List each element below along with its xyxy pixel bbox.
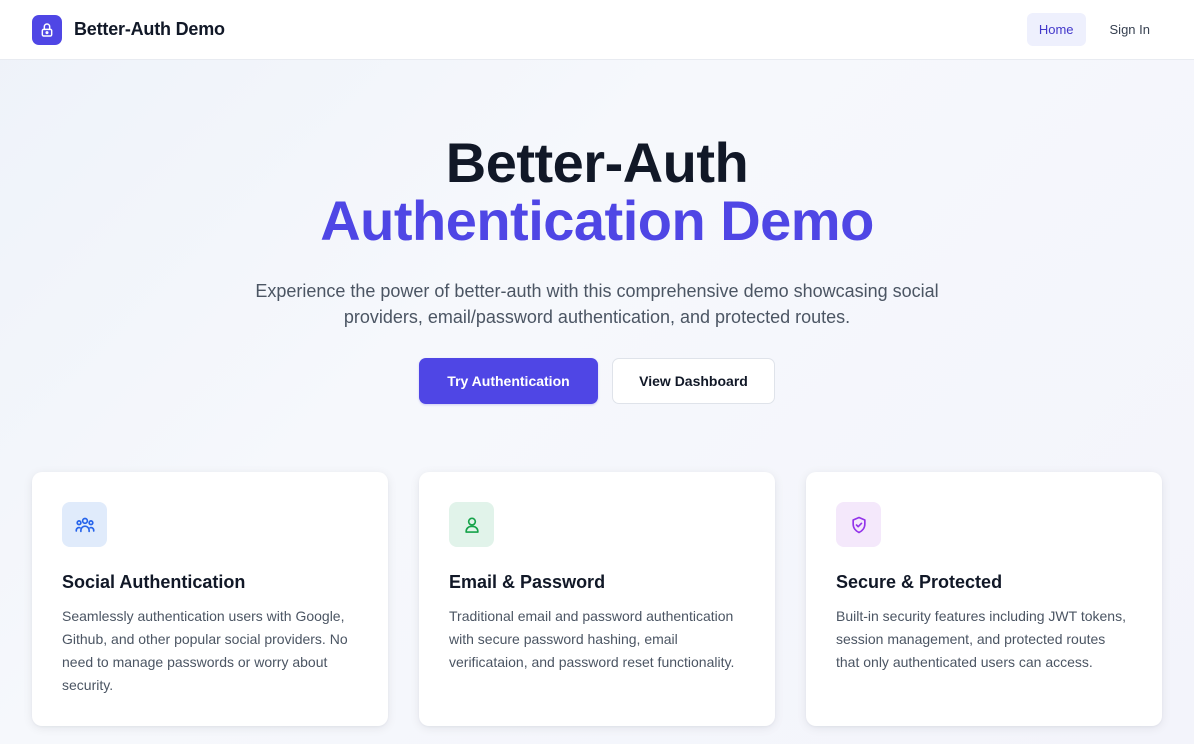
feature-card-social: Social Authentication Seamlessly authent… bbox=[32, 472, 388, 726]
feature-title: Social Authentication bbox=[62, 572, 246, 592]
hero-title-highlight: Authentication Demo bbox=[320, 189, 874, 252]
feature-card-email: Email & Password Traditional email and p… bbox=[419, 472, 775, 726]
users-icon bbox=[62, 502, 107, 547]
hero-actions: Try Authentication View Dashboard bbox=[0, 358, 1194, 404]
hero-title: Better-Auth bbox=[445, 131, 749, 194]
shield-check-icon bbox=[836, 502, 881, 547]
user-icon bbox=[449, 502, 494, 547]
feature-description: Seamlessly authentication users with Goo… bbox=[62, 608, 348, 693]
lock-icon bbox=[32, 14, 62, 45]
nav-home-link[interactable]: Home bbox=[1026, 13, 1086, 46]
view-dashboard-button[interactable]: View Dashboard bbox=[612, 358, 775, 404]
feature-title: Secure & Protected bbox=[836, 572, 1003, 592]
hero-subtitle: Experience the power of better-auth with… bbox=[255, 281, 939, 327]
hero-section: Better-Auth Authentication Demo Experien… bbox=[0, 60, 1194, 404]
feature-card-secure: Secure & Protected Built-in security fea… bbox=[806, 472, 1162, 726]
nav-links: Home Sign In bbox=[1026, 13, 1162, 46]
feature-title: Email & Password bbox=[449, 572, 606, 592]
try-authentication-button[interactable]: Try Authentication bbox=[419, 358, 598, 404]
brand[interactable]: Better-Auth Demo bbox=[32, 14, 225, 45]
nav-sign-in-link[interactable]: Sign In bbox=[1098, 13, 1162, 46]
brand-name: Better-Auth Demo bbox=[74, 19, 225, 39]
features-grid: Social Authentication Seamlessly authent… bbox=[32, 472, 1162, 726]
top-navbar: Better-Auth Demo Home Sign In bbox=[0, 0, 1194, 60]
feature-description: Traditional email and password authentic… bbox=[449, 608, 735, 670]
feature-description: Built-in security features including JWT… bbox=[836, 608, 1126, 670]
